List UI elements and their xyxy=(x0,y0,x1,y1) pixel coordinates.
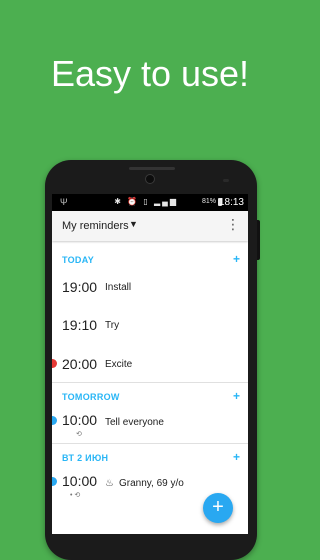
section-header-day: ВТ xyxy=(62,453,75,463)
vibrate-icon: ▯ xyxy=(143,197,150,206)
dropdown-caret-icon[interactable]: ▼ xyxy=(129,219,138,229)
phone-sensor xyxy=(223,179,229,182)
status-bar: Ψ ✱ ⏰ ▯ ▂▄▆ 81% 18:13 xyxy=(52,194,248,211)
status-time: 18:13 xyxy=(218,197,244,208)
repeat-icon: ⟲ xyxy=(76,431,82,438)
bluetooth-icon: ✱ xyxy=(114,197,123,206)
status-dot-blue xyxy=(52,477,57,486)
reminder-list-selector[interactable]: My reminders xyxy=(62,220,129,232)
add-reminder-fab[interactable]: + xyxy=(203,493,233,523)
app-toolbar: My reminders ▼ ⋮ xyxy=(52,211,248,241)
reminder-label: Try xyxy=(105,320,120,331)
add-date-button[interactable]: + xyxy=(233,450,240,464)
phone-camera xyxy=(145,174,155,184)
section-header-today: TODAY xyxy=(62,255,95,265)
alarm-icon: ⏰ xyxy=(127,197,140,206)
reminder-time: 10:00 xyxy=(62,473,98,489)
status-dot-blue xyxy=(52,416,57,425)
reminder-label: Granny, 69 y/o xyxy=(119,478,184,489)
section-header-date-text: 2 ИЮН xyxy=(77,453,109,463)
battery-percent: 81% xyxy=(201,198,216,205)
reminder-time: 10:00 xyxy=(62,412,98,428)
add-today-button[interactable]: + xyxy=(233,252,240,266)
promo-headline: Easy to use! xyxy=(50,53,250,94)
reminder-time: 19:10 xyxy=(62,317,98,333)
signal-icon: ▂▄▆ xyxy=(154,197,178,206)
reminder-label: Tell everyone xyxy=(105,417,164,428)
reminder-item[interactable]: 19:10 Try xyxy=(52,314,248,344)
usb-icon: Ψ xyxy=(60,197,68,207)
section-header-tomorrow: TOMORROW xyxy=(62,392,120,402)
repeat-icon: • ⟲ xyxy=(70,492,81,499)
section-divider xyxy=(52,443,248,444)
reminder-item[interactable]: 20:00 Excite xyxy=(52,353,248,383)
reminder-time: 19:00 xyxy=(62,279,98,295)
phone-speaker xyxy=(129,167,175,170)
reminder-time: 20:00 xyxy=(62,356,98,372)
status-dot-red xyxy=(52,359,57,368)
reminder-label: Install xyxy=(105,282,132,293)
app-screen: Ψ ✱ ⏰ ▯ ▂▄▆ 81% 18:13 My reminders ▼ ⋮ T… xyxy=(52,194,248,534)
reminder-label: Excite xyxy=(105,359,133,370)
reminder-item[interactable]: 10:00 Tell everyone ⟲ xyxy=(52,410,248,440)
reminder-item[interactable]: 19:00 Install xyxy=(52,276,248,306)
overflow-menu-icon[interactable]: ⋮ xyxy=(226,217,240,231)
section-divider xyxy=(52,382,248,383)
add-tomorrow-button[interactable]: + xyxy=(233,389,240,403)
status-icons: ✱ ⏰ ▯ ▂▄▆ xyxy=(114,197,178,206)
birthday-cake-icon: ♨ xyxy=(105,478,114,489)
phone-side-button xyxy=(257,220,260,260)
section-header-date: ВТ 2 ИЮН xyxy=(62,453,108,463)
